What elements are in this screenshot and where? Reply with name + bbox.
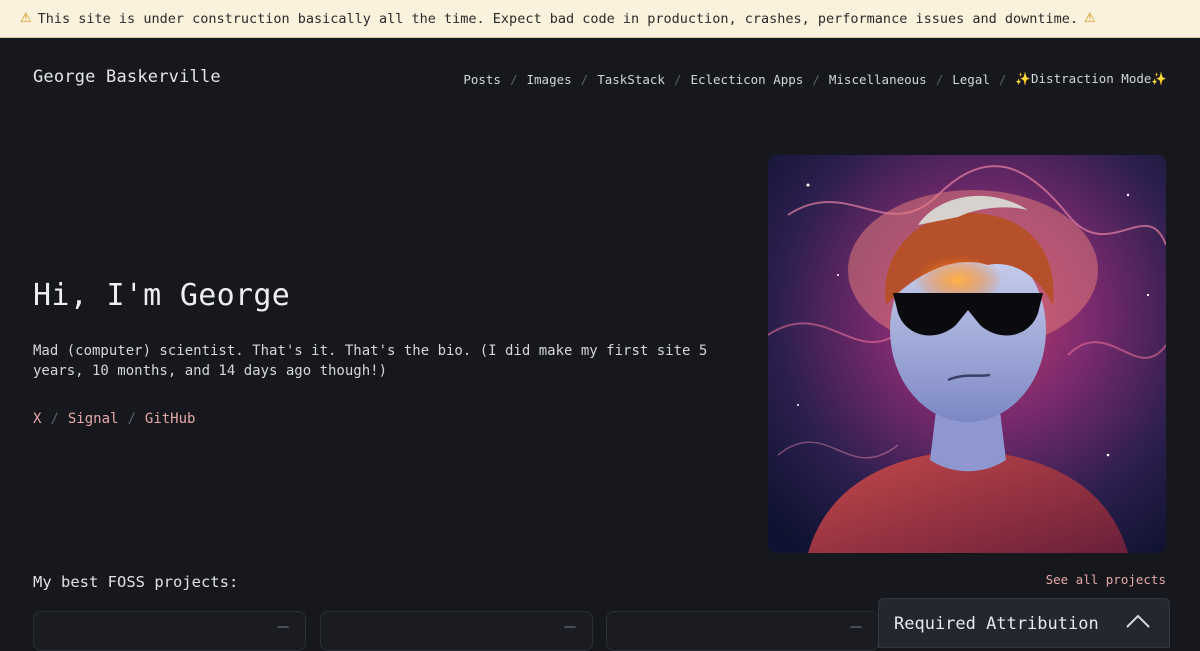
nav-item-miscellaneous[interactable]: Miscellaneous bbox=[829, 72, 927, 87]
card-icon bbox=[277, 626, 289, 630]
hero-bio: Mad (computer) scientist. That's it. Tha… bbox=[33, 343, 708, 379]
nav-item-label: Distraction Mode bbox=[1031, 71, 1152, 86]
project-card[interactable] bbox=[606, 611, 879, 651]
project-card[interactable] bbox=[33, 611, 306, 651]
nav-item-legal[interactable]: Legal bbox=[952, 72, 990, 87]
sparkles-icon: ✨ bbox=[1015, 71, 1031, 86]
nav-item-posts[interactable]: Posts bbox=[463, 72, 501, 87]
nav-separator: / bbox=[812, 71, 820, 87]
banner-text: This site is under construction basicall… bbox=[37, 10, 1078, 27]
nav-item-images[interactable]: Images bbox=[527, 72, 572, 87]
project-card[interactable] bbox=[320, 611, 593, 651]
social-separator: / bbox=[50, 411, 59, 427]
nav-separator: / bbox=[580, 71, 589, 87]
nav-separator: / bbox=[998, 71, 1007, 87]
warning-icon: ⚠ bbox=[20, 11, 32, 26]
required-attribution-panel[interactable]: Required Attribution bbox=[878, 598, 1170, 648]
nav-separator: / bbox=[509, 71, 518, 87]
card-icon bbox=[850, 626, 862, 630]
nav-separator: / bbox=[673, 71, 682, 87]
hero-title: Hi, I'm George bbox=[33, 278, 291, 313]
social-links: X / Signal / GitHub bbox=[33, 411, 195, 427]
nav-item-taskstack[interactable]: TaskStack bbox=[597, 72, 665, 87]
nav-item-distraction-mode[interactable]: ✨Distraction Mode✨ bbox=[1015, 71, 1167, 87]
site-title[interactable]: George Baskerville bbox=[33, 67, 221, 87]
card-icon bbox=[564, 626, 576, 630]
social-link-x[interactable]: X bbox=[33, 411, 41, 427]
profile-avatar bbox=[768, 155, 1166, 553]
social-separator: / bbox=[127, 411, 136, 427]
see-all-projects-link[interactable]: See all projects bbox=[1046, 572, 1166, 587]
main-nav: Posts / Images / TaskStack / Eclecticon … bbox=[463, 71, 1167, 87]
sparkles-icon: ✨ bbox=[1151, 71, 1167, 86]
attribution-label: Required Attribution bbox=[894, 614, 1099, 634]
nav-item-eclecticon-apps[interactable]: Eclecticon Apps bbox=[690, 72, 803, 87]
nav-separator: / bbox=[935, 71, 944, 87]
construction-banner: ⚠ This site is under construction basica… bbox=[0, 0, 1200, 38]
projects-heading: My best FOSS projects: bbox=[33, 573, 239, 591]
social-link-github[interactable]: GitHub bbox=[145, 411, 196, 427]
warning-icon: ⚠ bbox=[1084, 11, 1096, 26]
social-link-signal[interactable]: Signal bbox=[68, 411, 119, 427]
chevron-up-icon[interactable] bbox=[1125, 613, 1151, 633]
